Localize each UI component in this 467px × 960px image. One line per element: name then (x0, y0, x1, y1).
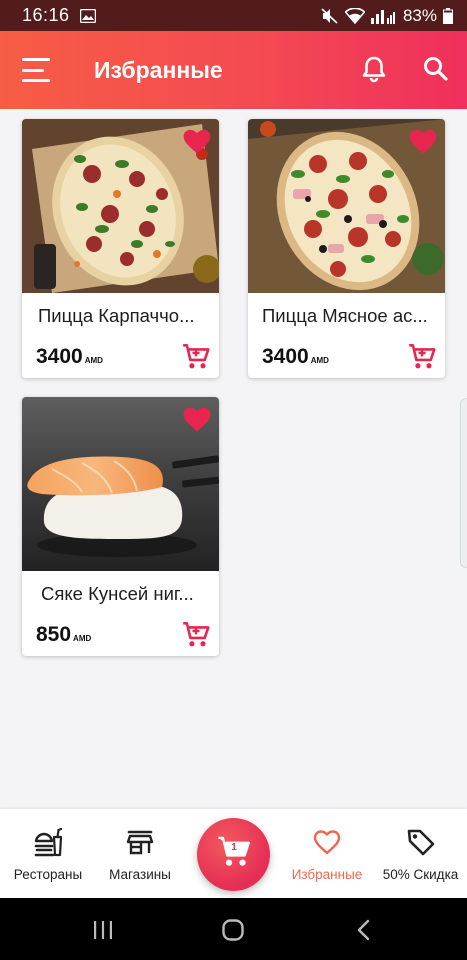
system-nav-bar (0, 898, 467, 960)
favorite-heart-icon[interactable] (183, 129, 211, 155)
price-value: 3400 (262, 345, 309, 368)
wifi-icon (344, 7, 365, 24)
favorite-heart-icon[interactable] (409, 129, 437, 155)
favorite-heart-icon[interactable] (183, 407, 211, 433)
menu-button[interactable] (22, 58, 52, 82)
add-to-cart-icon[interactable] (408, 343, 436, 371)
nav-item-discount[interactable]: 50% Скидка (378, 827, 463, 882)
cart-icon (217, 835, 251, 874)
restaurant-icon (8, 827, 88, 857)
signal-icon (370, 8, 397, 24)
product-name: Сяке Кунсей ниг... (41, 583, 194, 604)
cart-button[interactable]: 1 (197, 818, 270, 891)
product-price: 3400 AMD (36, 345, 103, 369)
price-currency: AMD (73, 634, 92, 643)
search-icon[interactable] (420, 53, 452, 85)
nav-label: Рестораны (13, 867, 83, 882)
price-value: 3400 (36, 345, 83, 368)
tag-icon (378, 827, 463, 857)
cart-count-badge: 1 (231, 842, 237, 853)
app-bar: Избранные (0, 31, 467, 109)
price-currency: AMD (310, 356, 329, 365)
back-icon[interactable] (352, 918, 376, 942)
nav-item-restaurants[interactable]: Рестораны (8, 827, 88, 882)
product-price: 3400 AMD (262, 345, 329, 369)
product-name: Пицца Карпаччо... (38, 305, 195, 326)
battery-icon (443, 7, 453, 24)
recent-apps-icon[interactable] (91, 918, 115, 942)
nav-item-favorites[interactable]: Избранные (286, 827, 368, 882)
notification-bell-icon[interactable] (358, 53, 390, 85)
page-title: Избранные (94, 56, 223, 83)
nav-label: Магазины (109, 867, 171, 882)
nav-label: 50% Скидка (382, 867, 459, 882)
add-to-cart-icon[interactable] (182, 343, 210, 371)
nav-item-shops[interactable]: Магазины (100, 827, 180, 882)
product-price: 850 AMD (36, 623, 91, 647)
product-card[interactable]: Сяке Кунсей ниг... 850 AMD (22, 397, 219, 656)
add-to-cart-icon[interactable] (182, 621, 210, 649)
heart-icon (286, 827, 368, 857)
store-icon (100, 827, 180, 857)
status-time: 16:16 (22, 5, 70, 25)
product-card[interactable]: Пицца Карпаччо... 3400 AMD (22, 119, 219, 378)
price-value: 850 (36, 623, 72, 646)
home-icon[interactable] (221, 918, 245, 942)
nav-label: Избранные (291, 867, 363, 882)
battery-level: 83% (402, 5, 437, 25)
image-notification-icon (79, 8, 96, 23)
mute-icon (321, 7, 339, 24)
price-currency: AMD (84, 356, 103, 365)
product-name: Пицца Мясное ас... (262, 305, 428, 326)
edge-panel-handle[interactable] (460, 398, 467, 568)
product-card[interactable]: Пицца Мясное ас... 3400 AMD (248, 119, 445, 378)
status-bar: 16:16 83% (0, 0, 467, 31)
